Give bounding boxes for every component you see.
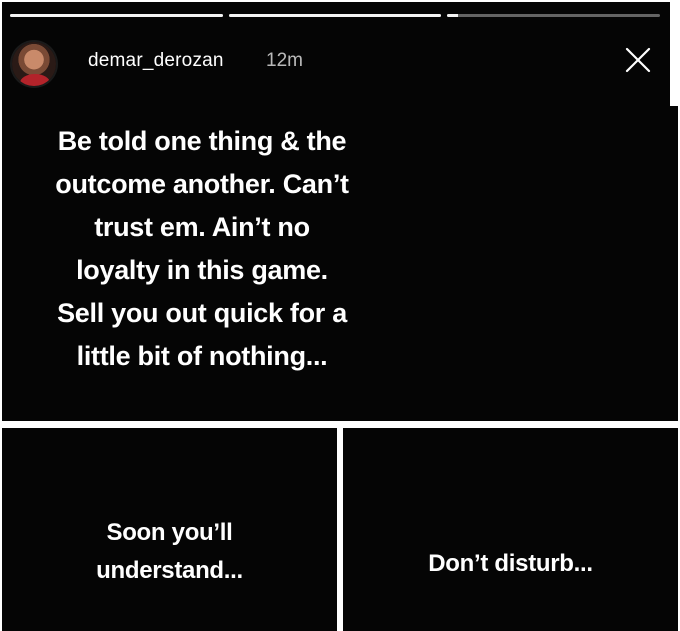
story-header-panel: demar_derozan 12m <box>2 2 670 106</box>
username[interactable]: demar_derozan <box>88 50 224 72</box>
story-right-panel: Don’t disturb... <box>343 428 678 631</box>
story-left-panel: Soon you’ll understand... <box>2 428 337 631</box>
progress-fill <box>10 14 223 17</box>
progress-fill <box>228 14 442 17</box>
post-time: 12m <box>266 50 303 71</box>
close-icon <box>625 47 651 73</box>
avatar[interactable] <box>12 42 56 86</box>
story-progress-bar <box>10 14 661 17</box>
story-main-panel: Be told one thing & the outcome another.… <box>2 106 678 421</box>
story-left-text: Soon you’ll understand... <box>96 519 243 584</box>
progress-segment <box>228 14 442 17</box>
close-button[interactable] <box>618 40 658 80</box>
avatar-shirt <box>20 74 50 86</box>
story-main-text: Be told one thing & the outcome another.… <box>55 126 349 371</box>
story-right-text: Don’t disturb... <box>428 550 593 577</box>
progress-segment <box>10 14 223 17</box>
progress-segment <box>447 14 661 17</box>
progress-fill <box>447 14 458 17</box>
